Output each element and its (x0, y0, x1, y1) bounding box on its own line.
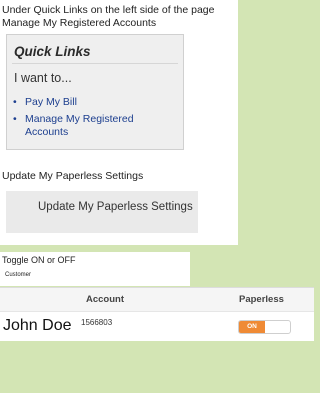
paperless-toggle[interactable]: ON (238, 320, 291, 334)
quick-links-box: Quick Links I want to... • Pay My Bill • M… (6, 34, 184, 150)
paperless-settings-screenshot-panel: Update My Paperless Settings Update My P… (0, 165, 238, 245)
quick-link-pay-my-bill[interactable]: • Pay My Bill (13, 96, 175, 109)
divider (12, 63, 178, 64)
toggle-on-label: ON (239, 321, 265, 333)
quick-links-screenshot-panel: Under Quick Links on the left side of th… (0, 0, 238, 165)
paperless-table-panel: Account Paperless John Doe 1566803 ON (0, 287, 314, 341)
toggle-instruction-panel: Toggle ON or OFF Customer (0, 252, 190, 286)
update-paperless-settings-button[interactable]: Update My Paperless Settings (38, 201, 193, 213)
bullet-icon: • (13, 113, 17, 125)
quick-link-manage-accounts[interactable]: • Manage My Registered Accounts (13, 113, 150, 139)
quick-links-title: Quick Links (14, 44, 91, 59)
quick-link-label: Pay My Bill (25, 96, 77, 108)
customer-column-label: Customer (5, 272, 32, 278)
account-number: 1566803 (81, 318, 113, 327)
row-divider (0, 311, 314, 312)
quick-link-label: Manage My Registered Accounts (25, 113, 134, 138)
bullet-icon: • (13, 96, 17, 108)
i-want-to-label: I want to... (14, 71, 72, 85)
column-header-paperless: Paperless (239, 294, 284, 305)
instruction-update-paperless: Update My Paperless Settings (2, 170, 144, 182)
instruction-quick-links: Under Quick Links on the left side of th… (2, 4, 215, 29)
customer-name: John Doe (3, 317, 72, 334)
column-header-account: Account (86, 294, 124, 305)
table-header: Account Paperless (0, 288, 314, 311)
instruction-toggle: Toggle ON or OFF (2, 255, 76, 265)
